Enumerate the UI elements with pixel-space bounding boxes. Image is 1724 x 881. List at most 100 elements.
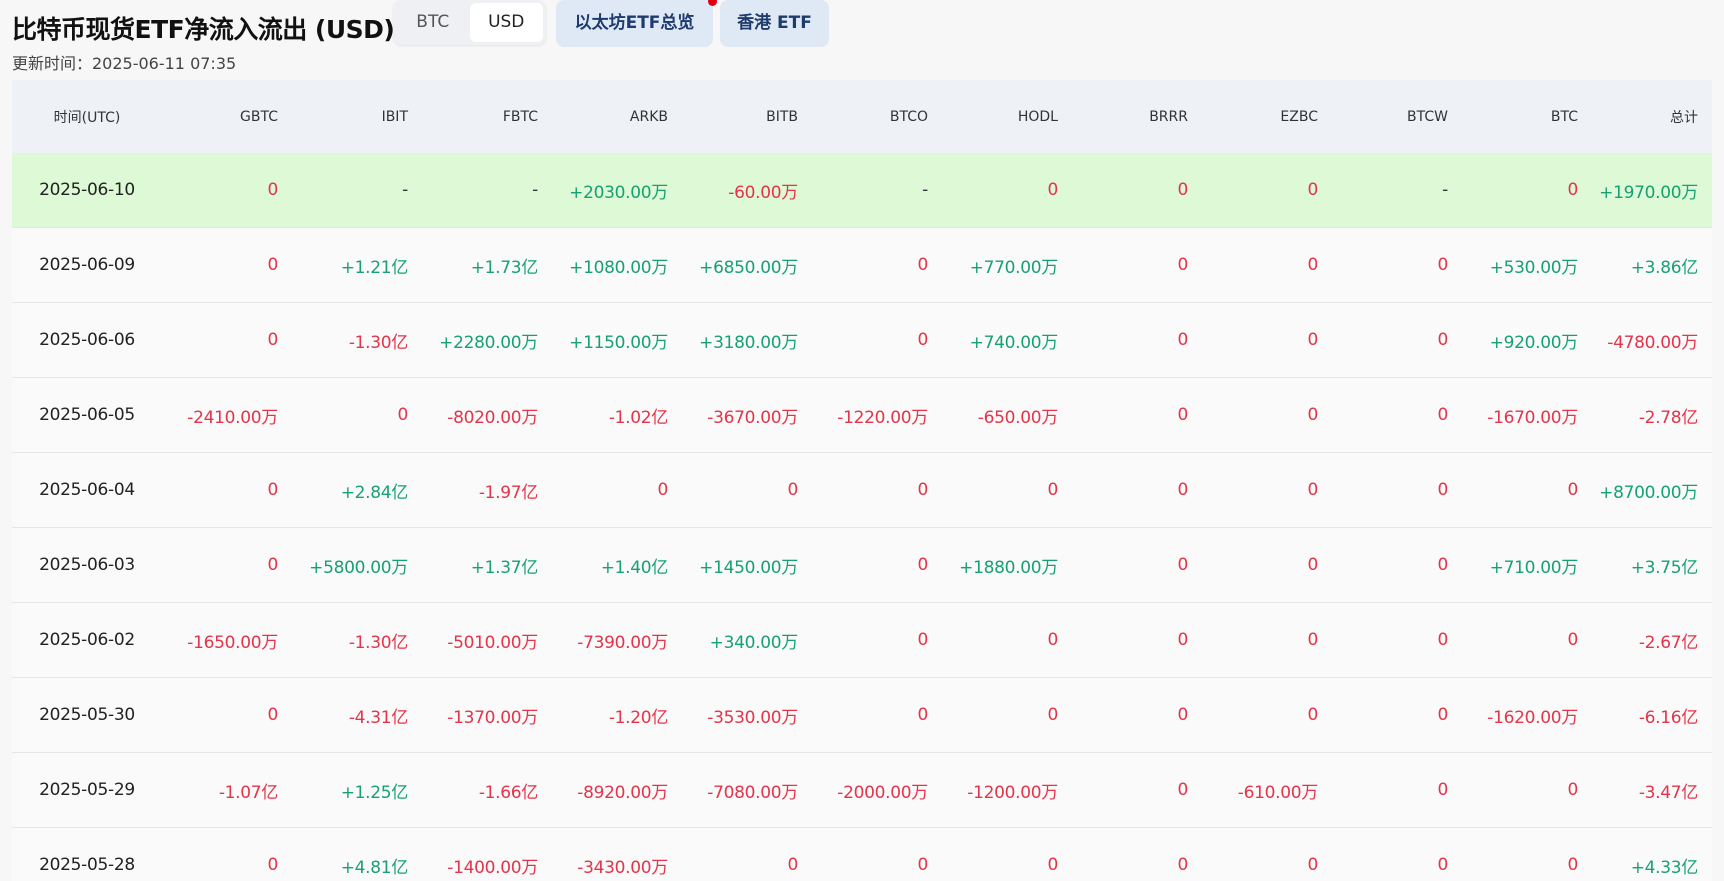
table-row[interactable]: 2025-06-06 0 -1.30亿 +2280.00万 +1150.00万 +3180…: [12, 302, 1712, 378]
flow-cell-bitb: +6850.00万: [682, 227, 812, 303]
column-header-arkb: ARKB: [552, 80, 682, 153]
flow-cell-btco: 0: [812, 227, 942, 303]
flow-cell-arkb: +2030.00万: [552, 153, 682, 228]
flow-cell-brrr: 0: [1072, 752, 1202, 828]
row-date: 2025-06-04: [12, 452, 162, 528]
row-date: 2025-05-30: [12, 677, 162, 753]
row-date: 2025-06-05: [12, 377, 162, 453]
table-row[interactable]: 2025-06-05 -2410.00万 0 -8020.00万 -1.02亿 -3670…: [12, 377, 1712, 453]
flow-cell-总计: +3.86亿: [1592, 227, 1712, 303]
page-title: 比特币现货ETF净流入流出 (USD): [12, 15, 395, 44]
unit-option-usd[interactable]: USD: [469, 3, 543, 42]
flow-cell-arkb: +1150.00万: [552, 302, 682, 378]
flow-cell-hodl: +770.00万: [942, 227, 1072, 303]
flow-cell-brrr: 0: [1072, 527, 1202, 603]
flow-cell-ibit: +4.81亿: [292, 827, 422, 881]
table-row[interactable]: 2025-06-04 0 +2.84亿 -1.97亿 0 0 0 0 0 0 0 0 +8700.00万: [12, 452, 1712, 528]
flow-cell-btco: -: [812, 153, 942, 228]
flow-cell-brrr: 0: [1072, 452, 1202, 528]
flow-cell-btc: -1620.00万: [1462, 677, 1592, 753]
table-row[interactable]: 2025-05-30 0 -4.31亿 -1370.00万 -1.20亿 -3530.00…: [12, 677, 1712, 753]
flow-cell-hodl: +740.00万: [942, 302, 1072, 378]
table-row[interactable]: 2025-05-28 0 +4.81亿 -1400.00万 -3430.00万 0 0 0 0 0…: [12, 827, 1712, 881]
table-row[interactable]: 2025-06-10 0- - +2030.00万 -60.00万 -0 0 0-0 +1970…: [12, 153, 1712, 228]
flow-cell-ibit: -1.30亿: [292, 602, 422, 678]
unit-option-btc[interactable]: BTC: [396, 3, 470, 42]
flow-cell-gbtc: 0: [162, 153, 292, 228]
flow-cell-总计: -3.47亿: [1592, 752, 1712, 828]
flow-cell-bitb: -7080.00万: [682, 752, 812, 828]
flow-cell-总计: +3.75亿: [1592, 527, 1712, 603]
table-row[interactable]: 2025-06-02 -1650.00万 -1.30亿 -5010.00万 -7390.…: [12, 602, 1712, 678]
update-time: 更新时间：2025-06-11 07:35: [12, 54, 237, 73]
row-date: 2025-06-03: [12, 527, 162, 603]
flow-cell-ezbc: 0: [1202, 227, 1332, 303]
flow-cell-fbtc: -1.66亿: [422, 752, 552, 828]
row-date: 2025-06-02: [12, 602, 162, 678]
flow-cell-ibit: +1.21亿: [292, 227, 422, 303]
flow-cell-arkb: 0: [552, 452, 682, 528]
unit-toggle: BTC USD: [393, 0, 546, 45]
table-row[interactable]: 2025-06-03 0 +5800.00万 +1.37亿 +1.40亿 +1450.00…: [12, 527, 1712, 603]
flow-cell-brrr: 0: [1072, 302, 1202, 378]
flow-cell-btc: 0: [1462, 602, 1592, 678]
flow-cell-ibit: +2.84亿: [292, 452, 422, 528]
flow-cell-hodl: -1200.00万: [942, 752, 1072, 828]
table-row[interactable]: 2025-06-09 0 +1.21亿 +1.73亿 +1080.00万 +6850.00…: [12, 227, 1712, 303]
flow-cell-gbtc: -1.07亿: [162, 752, 292, 828]
flow-cell-bitb: 0: [682, 452, 812, 528]
flow-cell-btc: +920.00万: [1462, 302, 1592, 378]
flow-cell-btco: -2000.00万: [812, 752, 942, 828]
flow-cell-arkb: -7390.00万: [552, 602, 682, 678]
column-header-hodl: HODL: [942, 80, 1072, 153]
flow-cell-arkb: +1.40亿: [552, 527, 682, 603]
column-header-date: 时间(UTC): [12, 80, 162, 153]
flow-cell-btco: 0: [812, 602, 942, 678]
flow-cell-ezbc: 0: [1202, 527, 1332, 603]
flow-cell-brrr: 0: [1072, 377, 1202, 453]
flow-cell-ibit: +5800.00万: [292, 527, 422, 603]
column-header-fbtc: FBTC: [422, 80, 552, 153]
flow-cell-fbtc: -8020.00万: [422, 377, 552, 453]
flow-cell-ezbc: 0: [1202, 377, 1332, 453]
eth-etf-overview-button[interactable]: 以太坊ETF总览: [556, 0, 713, 47]
flow-cell-总计: +8700.00万: [1592, 452, 1712, 528]
flow-cell-总计: +1970.00万: [1592, 153, 1712, 228]
flow-cell-总计: -2.67亿: [1592, 602, 1712, 678]
flow-cell-hodl: 0: [942, 677, 1072, 753]
flow-cell-bitb: +340.00万: [682, 602, 812, 678]
flow-cell-btco: -1220.00万: [812, 377, 942, 453]
flow-cell-gbtc: 0: [162, 677, 292, 753]
flow-cell-btco: 0: [812, 302, 942, 378]
flow-cell-hodl: 0: [942, 153, 1072, 228]
hk-etf-button[interactable]: 香港 ETF: [720, 0, 829, 47]
column-header-ezbc: EZBC: [1202, 80, 1332, 153]
flow-cell-ibit: -: [292, 153, 422, 228]
flow-cell-bitb: +3180.00万: [682, 302, 812, 378]
row-date: 2025-06-09: [12, 227, 162, 303]
flow-cell-ibit: -1.30亿: [292, 302, 422, 378]
flow-cell-fbtc: +1.37亿: [422, 527, 552, 603]
flow-cell-btc: 0: [1462, 452, 1592, 528]
flow-cell-总计: -4780.00万: [1592, 302, 1712, 378]
flow-cell-btc: -1670.00万: [1462, 377, 1592, 453]
flow-cell-arkb: -1.02亿: [552, 377, 682, 453]
flow-cell-btco: 0: [812, 527, 942, 603]
flow-cell-fbtc: -1400.00万: [422, 827, 552, 881]
flow-cell-btco: 0: [812, 677, 942, 753]
etf-flow-table-container[interactable]: 时间(UTC) GBTC IBIT FBTC ARKB BITB BTCO HODL BRRR E…: [12, 80, 1712, 881]
flow-cell-btcw: 0: [1332, 377, 1462, 453]
table-row[interactable]: 2025-05-29 -1.07亿 +1.25亿 -1.66亿 -8920.00万 -70…: [12, 752, 1712, 828]
flow-cell-btco: 0: [812, 452, 942, 528]
flow-cell-bitb: -60.00万: [682, 153, 812, 228]
flow-cell-ezbc: 0: [1202, 302, 1332, 378]
flow-cell-hodl: 0: [942, 452, 1072, 528]
flow-cell-fbtc: +2280.00万: [422, 302, 552, 378]
flow-cell-btcw: -: [1332, 153, 1462, 228]
notification-dot: [708, 0, 717, 6]
flow-cell-gbtc: 0: [162, 302, 292, 378]
flow-cell-ezbc: 0: [1202, 153, 1332, 228]
flow-cell-ezbc: 0: [1202, 827, 1332, 881]
flow-cell-btco: 0: [812, 827, 942, 881]
flow-cell-btcw: 0: [1332, 827, 1462, 881]
